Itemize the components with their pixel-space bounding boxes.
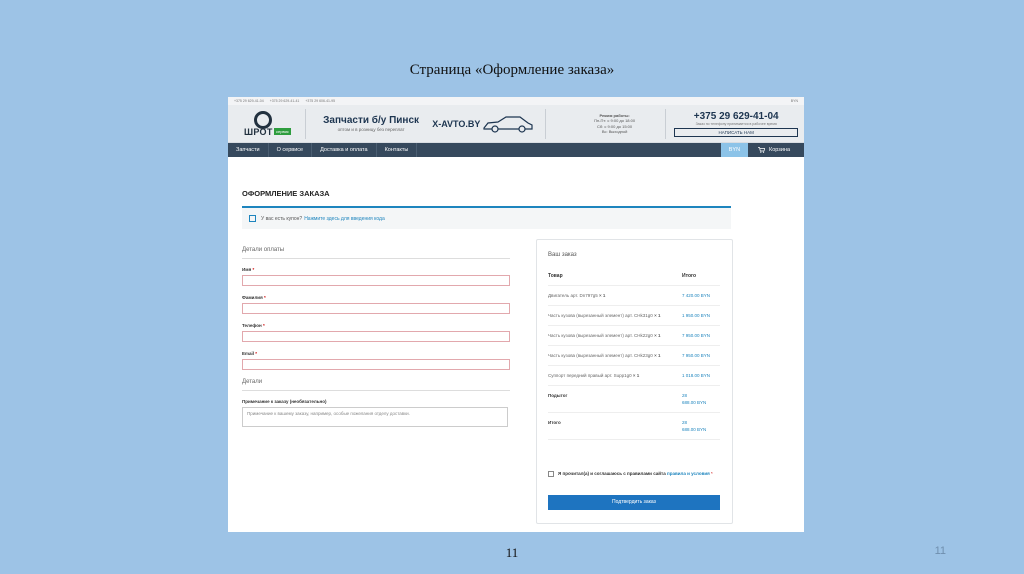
total-value-a: 28 [682, 420, 688, 425]
notes-label: Примечание к заказу (необязательно) [242, 399, 327, 404]
terms-checkbox[interactable] [548, 470, 554, 477]
item-qty: × 1 [654, 353, 661, 358]
page-number: 11 [505, 545, 519, 560]
cart-link[interactable]: Корзина [748, 147, 804, 153]
column-product: Товар [548, 273, 563, 279]
confirm-order-button[interactable]: Подтвердить заказ [548, 495, 720, 510]
terms-link[interactable]: правила и условия [667, 471, 710, 476]
order-summary: Ваш заказ Товар Итого Двигатель арт. Dn7… [536, 239, 733, 524]
nav-item-delivery[interactable]: Доставка и оплата [312, 143, 377, 157]
nav-item-about[interactable]: О сервисе [269, 143, 313, 157]
work-hours: Режим работы: Пн-Пт: с 9:00 до 18:00 Сб:… [572, 113, 658, 135]
total-value-b: 688.00 BYN [682, 427, 707, 432]
site-header: ШРОТ сервис Запчасти б/у Пинск оптом и в… [228, 105, 804, 143]
item-price: 7 950.00 BYN [682, 353, 711, 358]
slogan-title: Запчасти б/у Пинск [323, 115, 420, 126]
coupon-icon [249, 215, 256, 222]
corner-page-number: 11 [934, 545, 946, 557]
terms-consent: Я прочитал(а) и соглашаюсь с правилами с… [548, 470, 720, 478]
site-name: X-AVTO.BY [432, 118, 481, 129]
email-label: Email * [242, 351, 258, 356]
order-table-header: Товар Итого [548, 270, 720, 286]
item-price: 7 950.00 BYN [682, 333, 711, 338]
cart-icon [758, 147, 766, 153]
item-price: 1 018.00 BYN [682, 373, 711, 378]
site-logo[interactable]: ШРОТ сервис [240, 109, 297, 139]
coupon-text: У вас есть купон? [261, 215, 303, 222]
order-table: Товар Итого Двигатель арт. Dn797g5 × 1 7… [548, 270, 720, 440]
order-item: Часть кузова (вырезанный элемент) арт. C… [548, 326, 720, 346]
email-field[interactable] [242, 359, 510, 370]
subtotal-row: Подытог 28 688.00 BYN [548, 386, 720, 413]
cart-label: Корзина [769, 147, 790, 153]
coupon-notice: У вас есть купон? Нажмите здесь для введ… [242, 206, 731, 229]
item-name[interactable]: Суппорт передний правый арт. Supp1g0 [548, 373, 632, 378]
slogan: Запчасти б/у Пинск оптом и в розницу без… [314, 115, 428, 132]
header-phone[interactable]: +375 29 629-41-04 [674, 111, 798, 122]
nav-item-parts[interactable]: Запчасти [228, 143, 269, 157]
last-name-field[interactable] [242, 303, 510, 314]
item-name[interactable]: Часть кузова (вырезанный элемент) арт. C… [548, 353, 653, 358]
item-qty: × 1 [654, 313, 661, 318]
phone-label: Телефон * [242, 323, 265, 328]
billing-title: Детали оплаты [242, 247, 510, 259]
car-icon [483, 115, 533, 133]
topbar-phone-2[interactable]: +375 29 629-41-41 [270, 99, 300, 103]
first-name-field[interactable] [242, 275, 510, 286]
subtotal-value-a: 28 [682, 393, 688, 398]
billing-form: Детали оплаты Имя * Фамилия * Телефон * … [242, 247, 510, 427]
topbar-phone-3[interactable]: +375 29 606-41-95 [305, 99, 335, 103]
order-notes-textarea[interactable]: Примечание к вашему заказу, например, ос… [242, 407, 508, 427]
order-item: Часть кузова (вырезанный элемент) арт. C… [548, 306, 720, 326]
header-divider [305, 108, 307, 139]
topbar-currency[interactable]: BYN [791, 99, 798, 103]
item-name[interactable]: Часть кузова (вырезанный элемент) арт. C… [548, 313, 653, 318]
site-brand: X-AVTO.BY [432, 114, 537, 134]
slogan-subtitle: оптом и в розницу без переплат [337, 127, 405, 132]
coupon-link[interactable]: Нажмите здесь для введения кода [304, 216, 385, 222]
phone-field[interactable] [242, 331, 510, 342]
header-divider [665, 108, 667, 139]
total-label: Итого [548, 420, 561, 425]
item-qty: × 1 [632, 373, 640, 378]
header-divider [544, 108, 546, 139]
item-qty: × 1 [598, 293, 606, 298]
item-name[interactable]: Часть кузова (вырезанный элемент) арт. C… [548, 333, 653, 338]
logo-text: ШРОТ [244, 126, 273, 137]
topbar-phone-1[interactable]: +375 29 629-41-04 [234, 99, 264, 103]
subtotal-label: Подытог [548, 393, 568, 398]
currency-switch[interactable]: BYN [720, 143, 749, 157]
column-total: Итого [682, 273, 697, 279]
logo-badge: сервис [274, 127, 291, 135]
page-title: ОФОРМЛЕНИЕ ЗАКАЗА [242, 189, 330, 198]
subtotal-value-b: 688.00 BYN [682, 400, 707, 405]
first-name-label: Имя * [242, 267, 255, 272]
order-item: Двигатель арт. Dn797g5 × 1 7 420.00 BYN [548, 286, 720, 306]
terms-text: Я прочитал(а) и соглашаюсь с правилами с… [558, 471, 666, 476]
last-name-label: Фамилия * [242, 295, 266, 300]
item-qty: × 1 [654, 333, 661, 338]
main-nav: Запчасти О сервисе Доставка и оплата Кон… [228, 143, 804, 157]
total-row: Итого 28 688.00 BYN [548, 413, 720, 440]
item-name[interactable]: Двигатель арт. Dn797g5 [548, 293, 598, 298]
item-price: 1 950.00 BYN [682, 313, 711, 318]
slide-title: Страница «Оформление заказа» [409, 62, 615, 78]
nav-item-contacts[interactable]: Контакты [377, 143, 418, 157]
order-title: Ваш заказ [548, 252, 577, 258]
website-screenshot: +375 29 629-41-04 +375 29 629-41-41 +375… [228, 97, 804, 532]
item-price: 7 420.00 BYN [682, 293, 711, 298]
order-item: Суппорт передний правый арт. Supp1g0 × 1… [548, 366, 720, 386]
details-title: Детали [242, 379, 510, 391]
top-bar: +375 29 629-41-04 +375 29 629-41-41 +375… [228, 97, 804, 105]
hours-sunday: Вс: Выходной [601, 129, 628, 134]
phone-note: Заказ по телефону принимается в рабочее … [695, 121, 777, 126]
write-us-button[interactable]: НАПИСАТЬ НАМ [674, 127, 799, 137]
order-item: Часть кузова (вырезанный элемент) арт. C… [548, 346, 720, 366]
header-contact: +375 29 629-41-04 Заказ по телефону прин… [674, 111, 799, 137]
